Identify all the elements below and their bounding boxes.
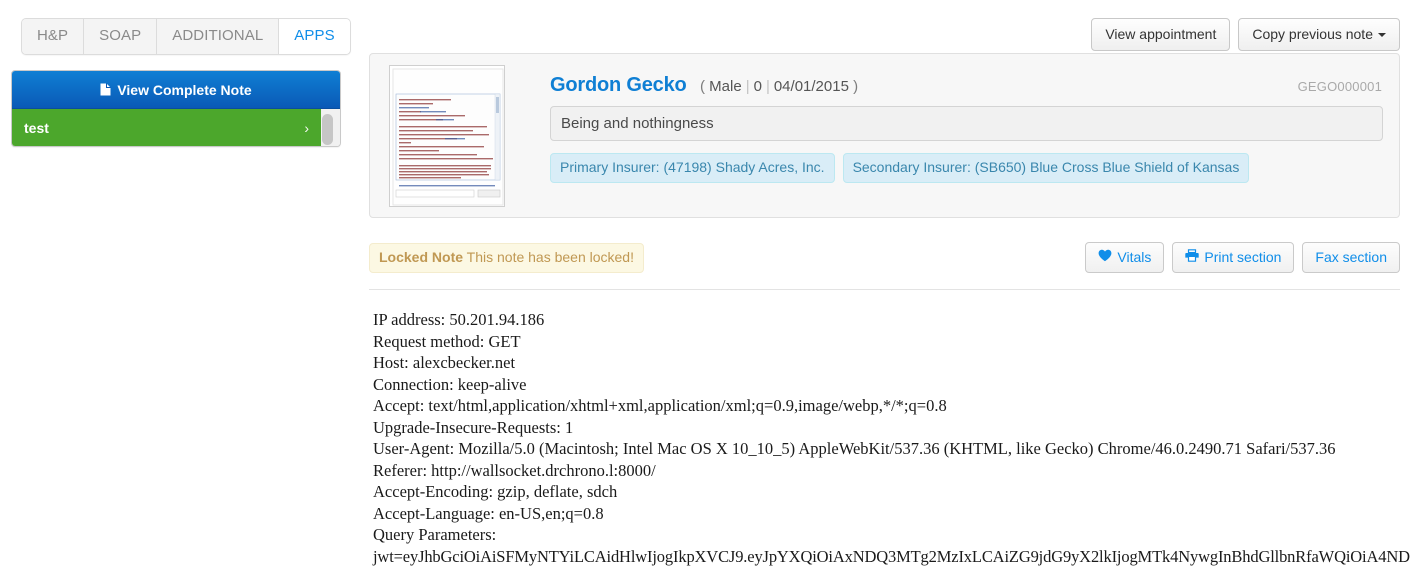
insurer-badges: Primary Insurer: (47198) Shady Acres, In… bbox=[550, 153, 1250, 183]
topbar-actions: View appointment Copy previous note bbox=[1091, 18, 1400, 51]
patient-chart-id: GEGO000001 bbox=[1297, 79, 1382, 94]
patient-demographics: ( Male | 0 | 04/01/2015 ) bbox=[700, 78, 859, 95]
paren-close: ) bbox=[853, 78, 859, 95]
patient-gender: Male bbox=[709, 78, 742, 95]
chevron-right-icon: › bbox=[304, 119, 309, 136]
note-thumbnail-preview[interactable] bbox=[389, 65, 505, 207]
locked-note-message: This note has been locked! bbox=[466, 249, 634, 265]
section-actions: Vitals Print section Fax section bbox=[1085, 242, 1400, 273]
secondary-insurer-badge[interactable]: Secondary Insurer: (SB650) Blue Cross Bl… bbox=[842, 153, 1250, 183]
apps-list: test › bbox=[12, 109, 340, 146]
tab-soap[interactable]: SOAP bbox=[84, 19, 158, 54]
note-body-line: Accept: text/html,application/xhtml+xml,… bbox=[373, 396, 947, 415]
vitals-button[interactable]: Vitals bbox=[1085, 242, 1165, 273]
note-section-tabs: H&P SOAP ADDITIONAL APPS bbox=[21, 18, 351, 55]
printer-icon bbox=[1185, 249, 1200, 265]
patient-header-card: Gordon Gecko ( Male | 0 | 04/01/2015 ) GEGO0… bbox=[369, 53, 1400, 218]
heart-icon bbox=[1098, 249, 1112, 265]
patient-name[interactable]: Gordon Gecko bbox=[550, 74, 687, 97]
note-body-line: Request method: GET bbox=[373, 331, 521, 351]
tab-apps[interactable]: APPS bbox=[279, 19, 350, 54]
chevron-down-icon bbox=[1378, 33, 1386, 38]
fax-section-button[interactable]: Fax section bbox=[1302, 242, 1400, 273]
apps-list-scrollbar-thumb[interactable] bbox=[322, 114, 333, 145]
left-column: H&P SOAP ADDITIONAL APPS View Complete N… bbox=[0, 0, 356, 566]
view-complete-note-button[interactable]: View Complete Note bbox=[12, 71, 340, 109]
note-body-line: Upgrade-Insecure-Requests: 1 bbox=[373, 417, 574, 437]
view-complete-note-label: View Complete Note bbox=[117, 81, 252, 98]
note-body-line: User-Agent: Mozilla/5.0 (Macintosh; Inte… bbox=[373, 439, 1336, 458]
locked-note-alert: Locked Note This note has been locked! bbox=[369, 243, 644, 273]
tab-additional[interactable]: ADDITIONAL bbox=[157, 19, 280, 54]
document-icon bbox=[100, 83, 111, 96]
patient-age: 0 bbox=[753, 78, 762, 95]
apps-list-scrollbar[interactable] bbox=[322, 111, 337, 145]
note-body-line: Referer: http://wallsocket.drchrono.l:80… bbox=[373, 460, 656, 480]
note-body-line: IP address: 50.201.94.186 bbox=[373, 310, 545, 329]
app-list-item-test[interactable]: test › bbox=[12, 109, 321, 146]
view-appointment-button[interactable]: View appointment bbox=[1091, 18, 1231, 51]
note-body-line: Connection: keep-alive bbox=[373, 374, 527, 394]
locked-note-label: Locked Note bbox=[379, 249, 464, 265]
apps-panel: View Complete Note test › bbox=[11, 70, 341, 147]
note-body-line-jwt: jwt=eyJhbGciOiAiSFMyNTYiLCAidHlwIjogIkpX… bbox=[373, 546, 1410, 566]
vitals-label: Vitals bbox=[1117, 249, 1152, 265]
note-thumbnail-image bbox=[390, 66, 504, 206]
primary-insurer-badge[interactable]: Primary Insurer: (47198) Shady Acres, In… bbox=[550, 153, 835, 183]
note-body-line: Accept-Language: en-US,en;q=0.8 bbox=[373, 503, 604, 523]
app-page: H&P SOAP ADDITIONAL APPS View Complete N… bbox=[0, 0, 1416, 566]
view-appointment-label: View appointment bbox=[1105, 26, 1217, 42]
note-body-line: Accept-Encoding: gzip, deflate, sdch bbox=[373, 482, 618, 501]
copy-previous-note-button[interactable]: Copy previous note bbox=[1238, 18, 1400, 51]
app-item-label: test bbox=[24, 119, 49, 136]
patient-dob: 04/01/2015 bbox=[773, 78, 849, 95]
copy-previous-note-label: Copy previous note bbox=[1252, 26, 1373, 42]
note-body-line: Query Parameters: bbox=[373, 525, 497, 544]
tab-hp[interactable]: H&P bbox=[22, 19, 85, 54]
section-divider bbox=[369, 289, 1400, 290]
note-body-line: Host: alexcbecker.net bbox=[373, 353, 516, 372]
paren-open: ( bbox=[700, 78, 705, 95]
print-section-button[interactable]: Print section bbox=[1172, 242, 1295, 273]
print-section-label: Print section bbox=[1204, 249, 1282, 265]
note-title-input[interactable] bbox=[550, 106, 1383, 141]
note-body-text: IP address: 50.201.94.186 Request method… bbox=[373, 309, 1410, 566]
fax-section-label: Fax section bbox=[1315, 249, 1387, 265]
